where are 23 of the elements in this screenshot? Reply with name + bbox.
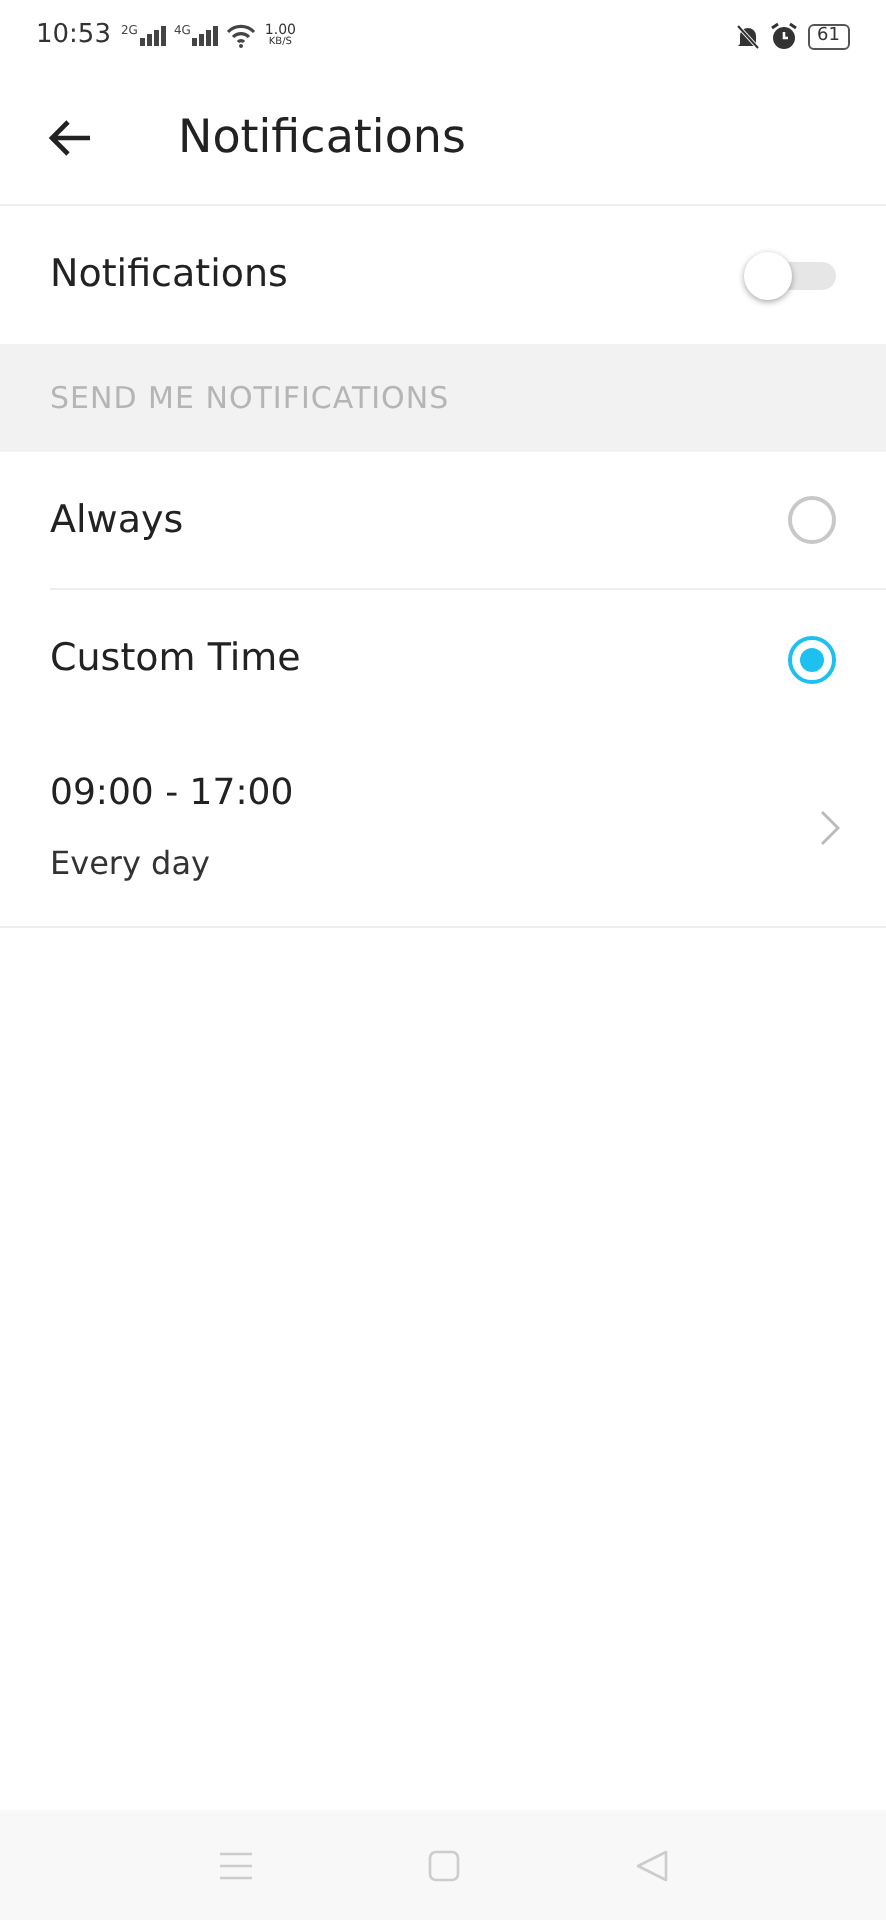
schedule-row[interactable]: 09:00 - 17:00 Every day <box>0 728 886 928</box>
option-label: Always <box>50 495 184 546</box>
menu-icon[interactable] <box>219 1851 251 1879</box>
radio-option[interactable]: Custom Time <box>50 590 886 728</box>
alarm-icon <box>769 22 798 50</box>
toggle-switch[interactable] <box>744 251 836 299</box>
home-square-icon[interactable] <box>427 1849 459 1881</box>
status-time: 10:53 <box>36 18 111 55</box>
repeat-label: Every day <box>50 842 212 886</box>
radio-button[interactable] <box>788 635 836 683</box>
radio-button[interactable] <box>788 496 836 544</box>
radio-option[interactable]: Always <box>50 452 886 590</box>
time-range: 09:00 - 17:00 <box>50 770 294 818</box>
muted-bell-icon <box>735 23 760 49</box>
section-header: SEND ME NOTIFICATIONS <box>50 377 450 420</box>
back-triangle-icon[interactable] <box>635 1849 667 1881</box>
page-title: Notifications <box>178 109 466 168</box>
setting-label: Notifications <box>50 250 288 301</box>
battery-icon: 61 <box>807 23 850 49</box>
chevron-right-icon <box>820 809 840 845</box>
wifi-icon <box>226 24 257 48</box>
option-label: Custom Time <box>50 634 301 685</box>
back-arrow-icon <box>46 118 94 158</box>
